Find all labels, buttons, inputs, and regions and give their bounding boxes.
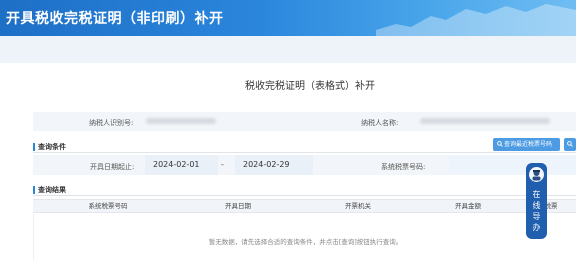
date-range-label: 开具日期起止:	[90, 163, 135, 171]
query-button-label: 查询最近税票号码	[504, 141, 553, 148]
great-wall-decoration	[376, 4, 576, 36]
system-number-input[interactable]	[449, 155, 576, 175]
results-section-title: 查询结果	[33, 186, 66, 194]
header-banner: 开具税收完税证明（非印刷）补开	[0, 0, 576, 36]
query-recent-number-button[interactable]: 查询最近税票号码	[493, 138, 560, 151]
system-number-label: 系统税票号码:	[381, 163, 426, 171]
date-range-separator: -	[221, 160, 224, 169]
empty-state-message: 暂无数据，请先选择合适的查询条件，并点击[查询]按钮执行查询。	[208, 238, 403, 246]
page-title: 开具税收完税证明（非印刷）补开	[6, 11, 224, 27]
column-header-issue-date: 开具日期	[225, 202, 251, 210]
query-button-2[interactable]	[564, 138, 576, 151]
assistant-avatar-icon	[529, 167, 544, 182]
taxpayer-name-value-redacted	[420, 118, 550, 124]
form-title: 税收完税证明（表格式）补开	[245, 81, 375, 92]
online-guide-label: 在线导办	[532, 190, 541, 232]
results-table-body: 暂无数据，请先选择合适的查询条件，并点击[查询]按钮执行查询。	[33, 214, 576, 260]
taxpayer-name-label: 纳税人名称:	[361, 119, 399, 127]
search-icon	[567, 141, 573, 147]
query-section-title: 查询条件	[33, 143, 66, 151]
column-header-system-number: 系统税票号码	[88, 202, 128, 210]
query-section-divider	[33, 152, 576, 153]
online-guide-widget[interactable]: 在线导办	[526, 163, 547, 239]
column-header-amount: 开具金额	[455, 202, 481, 210]
header-spacer	[0, 36, 576, 63]
date-end-input[interactable]: 2024-02-29	[235, 155, 313, 175]
date-start-input[interactable]: 2024-02-01	[145, 155, 218, 175]
results-section-divider	[33, 195, 576, 196]
results-table-header: 系统税票号码 开具日期 开票机关 开具金额 电子税票	[33, 199, 576, 213]
column-header-issuing-authority: 开票机关	[345, 202, 371, 210]
taxpayer-id-value-redacted	[146, 118, 216, 124]
search-icon	[497, 141, 503, 147]
taxpayer-id-label: 纳税人识别号:	[89, 119, 134, 127]
